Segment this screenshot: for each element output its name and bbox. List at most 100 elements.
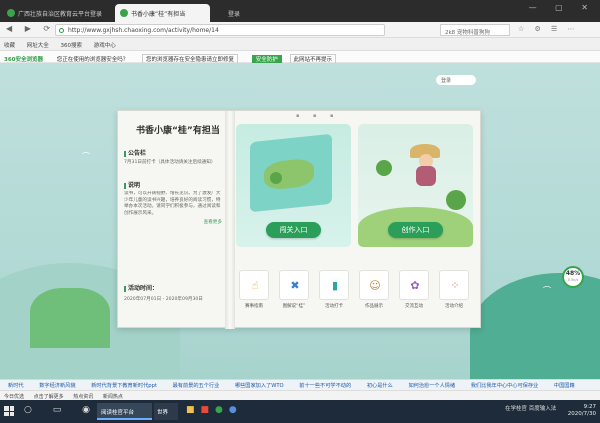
body xyxy=(416,166,436,186)
tab-login-portal[interactable]: 广西壮族自治区教育云平台登录 xyxy=(2,4,112,22)
checkpoint-entry-button[interactable]: 闯关入口 xyxy=(266,222,321,238)
book-spine xyxy=(225,111,235,329)
search-input[interactable]: 2k8 宠物科普狗狗 xyxy=(440,24,510,36)
bottom-link[interactable]: 初心是什么 xyxy=(367,383,393,389)
bottom-link[interactable]: 中国国籍 xyxy=(554,383,575,389)
checkin-button[interactable]: ▮ 活动打卡 xyxy=(319,270,349,309)
speed-rate: 0.5k/s xyxy=(567,278,579,282)
taskbar-window-2[interactable]: 世界 xyxy=(154,403,178,420)
bottom-link[interactable]: 如何治愈一个人情绪 xyxy=(408,383,455,389)
url-input[interactable]: http://www.gxjhsh.chaoxing.com/activity/… xyxy=(55,24,385,36)
book-icon: ▮ xyxy=(331,279,339,292)
tab-favicon-icon xyxy=(7,9,15,17)
speed-percent: 48% xyxy=(565,270,581,277)
taskbar-window-title: 阅读桂官平台 xyxy=(101,410,135,416)
clock-time: 9:27 xyxy=(583,404,596,410)
time-heading: 活动时间： xyxy=(124,283,158,292)
tab-label: 广西壮族自治区教育云平台登录 xyxy=(18,11,103,18)
time-text: 2020年07月01日 - 2020年09月30日 xyxy=(124,297,203,302)
icon-label: 作品展示 xyxy=(365,304,383,309)
checkpoint-card[interactable]: 闯关入口 xyxy=(236,124,351,247)
app-icon: ● xyxy=(228,405,243,415)
browser-360-icon: ● xyxy=(215,405,229,415)
heading-marker xyxy=(124,150,126,157)
favorite-item[interactable]: 360搜索 xyxy=(61,43,83,49)
toolbar-icons[interactable]: ☆ ⚙ ☰ ⋯ xyxy=(518,25,579,33)
intro-more-link[interactable]: 查看更多 xyxy=(124,220,222,227)
login-chip-label: 登录 xyxy=(441,78,452,84)
bottom-link[interactable]: 哪些国家加入了WTO xyxy=(235,383,284,389)
screen: 广西壮族自治区教育云平台登录 书香小康“桂”有担当 登录 — ▢ ✕ ◀ ▶ ⟳… xyxy=(0,0,600,423)
favorite-item[interactable]: 游戏中心 xyxy=(94,43,116,49)
taskbar-pinned-apps[interactable]: ■■●● xyxy=(186,405,243,415)
tree-icon xyxy=(270,172,282,184)
taskbar-clock[interactable]: 9:27 2020/7/30 xyxy=(568,404,596,418)
book-controls[interactable]: ▪ ▪ ▪ xyxy=(296,113,339,119)
icon-label: 活动介绍 xyxy=(445,304,463,309)
login-chip[interactable]: 登录 xyxy=(436,75,476,85)
icon-label: 赛事指南 xyxy=(245,304,263,309)
puzzle-icon: ✿ xyxy=(410,279,420,292)
guide-icon-box: ☝ xyxy=(239,270,269,300)
works-icon-box: ☺ xyxy=(359,270,389,300)
tree-icon xyxy=(446,190,466,210)
search-text: 2k8 宠物科普狗狗 xyxy=(445,30,490,36)
intro-text: 读书，可以开阔视野、增长见识。为了激发广大少年儿童的读书兴趣，培养良好的阅读习惯… xyxy=(124,191,221,216)
intro-heading-text: 说明 xyxy=(128,182,141,189)
exchange-icon-box: ✿ xyxy=(399,270,429,300)
bottom-link[interactable]: 数字经济新风貌 xyxy=(39,383,75,389)
bottom-link[interactable]: 新时代 xyxy=(8,383,24,389)
background-rock-arch xyxy=(30,288,110,348)
bird-icon: ⌒ xyxy=(543,286,551,295)
taskbar-window2-title: 世界 xyxy=(157,410,169,416)
notice-text: 7月31日前打卡（具体活动请关注后续通知） xyxy=(124,160,216,165)
works-button[interactable]: ☺ 作品展示 xyxy=(359,270,389,309)
people-icon: ☺ xyxy=(369,279,381,292)
folder-icon: ■ xyxy=(186,405,201,415)
create-entry-button[interactable]: 创作入口 xyxy=(388,222,443,238)
about-icon-box: ⁘ xyxy=(439,270,469,300)
girl-illustration xyxy=(410,144,444,188)
url-text: http://www.gxjhsh.chaoxing.com/activity/… xyxy=(68,27,219,34)
create-card[interactable]: 创作入口 xyxy=(358,124,473,247)
clock-date: 2020/7/30 xyxy=(567,411,596,417)
window-controls[interactable]: — ▢ ✕ xyxy=(529,3,596,12)
time-heading-text: 活动时间： xyxy=(128,285,159,292)
network-speed-widget[interactable]: 48% 0.5k/s xyxy=(562,266,584,288)
favorite-item[interactable]: 网址大全 xyxy=(27,43,49,49)
page-title: 书香小康“桂”有担当 xyxy=(136,126,220,136)
illustrate-button[interactable]: ✖ 图解说“桂” xyxy=(279,270,309,309)
system-tray[interactable]: 在学桂官 百度输入法 xyxy=(505,404,556,412)
heading-marker xyxy=(124,182,126,189)
background-hill xyxy=(470,273,600,379)
security-shield-icon xyxy=(59,28,64,33)
favorite-item[interactable]: 收藏 xyxy=(4,43,15,49)
windows-taskbar: ○ ▭ ◉ ▣ 阅读桂官平台 世界 ■■●● 在学桂官 百度输入法 9:27 20… xyxy=(0,400,600,423)
tab-label: 登录 xyxy=(228,11,241,18)
bird-icon: ⌒ xyxy=(82,152,90,161)
feature-icon-row: ☝ 赛事指南 ✖ 图解说“桂” ▮ 活动打卡 ☺ 作品展示 ✿ 交流互动 ⁘ 活动介绍 xyxy=(239,270,471,322)
safe-protect-button[interactable]: 安全防护 xyxy=(251,55,282,63)
exchange-button[interactable]: ✿ 交流互动 xyxy=(399,270,429,309)
about-button[interactable]: ⁘ 活动介绍 xyxy=(439,270,469,309)
bottom-link[interactable]: 我们比我年中心中心可保存业 xyxy=(471,383,538,389)
favorites-bar: 收藏 网址大全 360搜索 游戏中心 xyxy=(0,38,600,51)
hand-icon: ☝ xyxy=(251,279,259,292)
start-button[interactable] xyxy=(4,406,14,416)
bottom-link[interactable]: 前十一些不可学不动的 xyxy=(299,383,351,389)
bottom-link[interactable]: 最有前景的五个行业 xyxy=(173,383,220,389)
browser-tab-bar: 广西壮族自治区教育云平台登录 书香小康“桂”有担当 登录 — ▢ ✕ xyxy=(0,0,600,22)
security-warning-bar: 360安全浏览器 您正在使用的浏览器安全吗？ 您的浏览器存在安全隐患请立即修复 … xyxy=(0,51,600,64)
bottom-link[interactable]: 新时代背景下教育新时代ppt xyxy=(91,383,157,389)
app-icon: ■ xyxy=(200,405,216,415)
guide-button[interactable]: ☝ 赛事指南 xyxy=(239,270,269,309)
address-toolbar: ◀ ▶ ⟳ ⌂ http://www.gxjhsh.chaoxing.com/a… xyxy=(0,22,600,38)
tray-text: 在学桂官 百度输入法 xyxy=(505,406,557,412)
taskbar-browser-window[interactable]: 阅读桂官平台 xyxy=(97,403,152,420)
page-content: ⌒ ⌒ 登录 ▪ ▪ ▪ 书香小康“桂”有担当 公告栏 7月31日前打卡（具体活… xyxy=(0,63,600,379)
illustrate-icon-box: ✖ xyxy=(279,270,309,300)
intro-heading: 说明 xyxy=(124,180,140,189)
tab-book-activity[interactable]: 书香小康“桂”有担当 xyxy=(115,4,210,22)
tab-login[interactable]: 登录 xyxy=(212,4,282,22)
bottom-link-bar: 新时代 数字经济新风貌 新时代背景下教育新时代ppt 最有前景的五个行业 哪些国… xyxy=(0,379,600,390)
